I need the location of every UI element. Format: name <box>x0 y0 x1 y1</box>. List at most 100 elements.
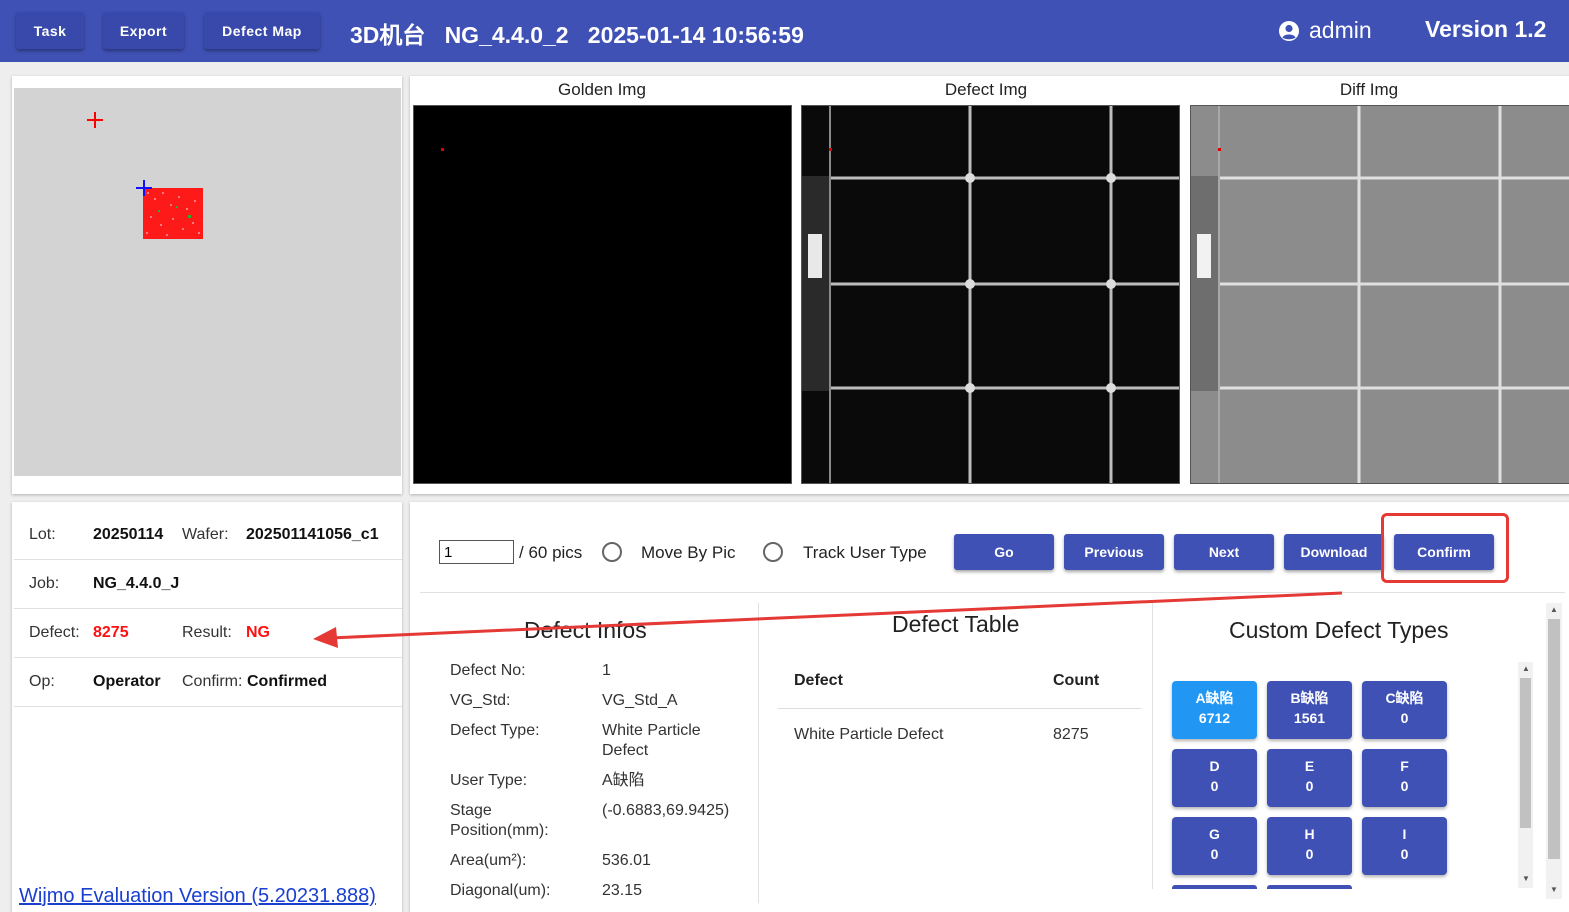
type-button-a[interactable]: A缺陷 6712 <box>1172 681 1257 739</box>
types-scrollbar[interactable]: ▲ ▼ <box>1518 662 1533 888</box>
custom-defect-types-title: Custom Defect Types <box>1229 617 1449 643</box>
panel-scrollbar[interactable]: ▲ ▼ <box>1546 603 1562 899</box>
go-button[interactable]: Go <box>954 534 1054 570</box>
type-button-c[interactable]: C缺陷 0 <box>1362 681 1447 739</box>
download-button[interactable]: Download <box>1284 534 1384 570</box>
origin-cross-icon <box>87 112 103 128</box>
result-value: NG <box>246 624 270 641</box>
user-menu[interactable]: admin <box>1278 17 1372 44</box>
scroll-up-icon[interactable]: ▲ <box>1550 605 1558 614</box>
result-label: Result: <box>182 624 232 641</box>
type-name: F <box>1400 758 1409 774</box>
previous-button[interactable]: Previous <box>1064 534 1164 570</box>
defect-no-label: Defect No: <box>450 662 526 679</box>
panel-scrollbar-thumb[interactable] <box>1548 619 1560 859</box>
section-divider-1 <box>758 603 759 903</box>
vg-std-label: VG_Std: <box>450 692 511 709</box>
type-button-i[interactable]: I 0 <box>1362 817 1447 875</box>
type-button-f[interactable]: F 0 <box>1362 749 1447 807</box>
job-label: Job: <box>29 575 60 592</box>
defect-image-graphic <box>802 106 1179 483</box>
confirm-status-value: Confirmed <box>247 673 327 690</box>
defect-img-title: Defect Img <box>944 80 1028 99</box>
type-name: D <box>1209 758 1220 774</box>
defect-map-button[interactable]: Defect Map <box>204 12 320 49</box>
pic-total-label: / 60 pics <box>519 543 583 562</box>
track-user-type-radio[interactable] <box>763 542 783 562</box>
wafer-map-graphic <box>87 112 203 239</box>
wafer-map-canvas[interactable] <box>14 88 401 476</box>
golden-img-title: Golden Img <box>558 80 646 99</box>
job-value: NG_4.4.0_J <box>93 575 180 592</box>
next-button[interactable]: Next <box>1174 534 1274 570</box>
track-user-type-label: Track User Type <box>803 543 927 562</box>
type-count: 0 <box>1305 778 1314 794</box>
top-bar: Task Export Defect Map 3D机台 NG_4.4.0_2 2… <box>0 0 1569 62</box>
table-header-divider <box>778 708 1141 709</box>
type-count: 0 <box>1400 846 1409 862</box>
wafer-label: Wafer: <box>182 526 229 543</box>
type-name: A缺陷 <box>1195 690 1234 706</box>
scroll-up-icon[interactable]: ▲ <box>1522 664 1530 673</box>
type-button-e[interactable]: E 0 <box>1267 749 1352 807</box>
type-count: 1561 <box>1293 710 1326 726</box>
defect-row: Defect: 8275 Result: NG <box>14 609 402 658</box>
type-button-h[interactable]: H 0 <box>1267 817 1352 875</box>
defect-count-label: Defect: <box>29 624 80 641</box>
wafer-value: 202501141056_c1 <box>246 526 379 543</box>
types-scrollbar-thumb[interactable] <box>1520 678 1531 828</box>
defect-cluster <box>143 188 203 239</box>
defect-type-value: White Particle Defect <box>602 722 701 759</box>
vg-std-value: VG_Std_A <box>602 692 678 709</box>
type-count: 6712 <box>1198 710 1231 726</box>
type-count: 0 <box>1400 778 1409 794</box>
type-name: C缺陷 <box>1385 690 1424 706</box>
version-label: Version 1.2 <box>1425 16 1547 42</box>
user-type-value: A缺陷 <box>602 772 645 789</box>
pic-number-input[interactable] <box>439 540 514 564</box>
job-row: Job: NG_4.4.0_J <box>14 560 402 609</box>
op-row: Op: Operator Confirm: Confirmed <box>14 658 402 707</box>
account-icon <box>1279 20 1299 41</box>
area-label: Area(um²): <box>450 852 527 869</box>
diagonal-label: Diagonal(um): <box>450 882 551 899</box>
type-button-g[interactable]: G 0 <box>1172 817 1257 875</box>
stage-position-value: (-0.6883,69.9425) <box>602 802 730 819</box>
diagonal-value: 23.15 <box>602 882 643 899</box>
area-value: 536.01 <box>602 852 651 869</box>
golden-image-graphic <box>441 148 444 151</box>
scroll-down-icon[interactable]: ▼ <box>1550 885 1558 894</box>
user-name: admin <box>1309 17 1372 43</box>
diff-image-graphic <box>1191 106 1569 483</box>
type-count: 0 <box>1210 778 1219 794</box>
export-button[interactable]: Export <box>103 12 184 49</box>
lot-row: Lot: 20250114 Wafer: 202501141056_c1 <box>14 511 402 560</box>
defect-image[interactable] <box>801 105 1180 484</box>
type-name: E <box>1304 758 1315 774</box>
move-by-pic-label: Move By Pic <box>641 543 736 562</box>
defect-column-header[interactable]: Defect <box>794 672 843 690</box>
confirm-status-label: Confirm: <box>182 673 243 690</box>
types-clip-mask <box>1150 889 1535 912</box>
type-name: I <box>1402 826 1407 842</box>
user-type-label: User Type: <box>450 772 528 789</box>
lot-value: 20250114 <box>93 526 164 543</box>
wijmo-evaluation-link[interactable]: Wijmo Evaluation Version (5.20231.888) <box>19 885 376 908</box>
type-name: H <box>1304 826 1315 842</box>
type-button-d[interactable]: D 0 <box>1172 749 1257 807</box>
defect-count-value: 8275 <box>93 624 129 641</box>
table-cell-defect: White Particle Defect <box>794 726 944 743</box>
count-column-header[interactable]: Count <box>1053 672 1099 690</box>
defect-no-value: 1 <box>602 662 611 679</box>
type-count: 0 <box>1305 846 1314 862</box>
scroll-down-icon[interactable]: ▼ <box>1522 874 1530 883</box>
golden-image[interactable] <box>413 105 792 484</box>
task-button[interactable]: Task <box>16 12 84 49</box>
section-divider-2 <box>1152 603 1153 893</box>
type-button-b[interactable]: B缺陷 1561 <box>1267 681 1352 739</box>
move-by-pic-radio[interactable] <box>602 542 622 562</box>
defect-infos-title: Defect Infos <box>524 617 647 643</box>
lot-label: Lot: <box>29 526 56 543</box>
diff-image[interactable] <box>1190 105 1569 484</box>
type-name: G <box>1209 826 1220 842</box>
